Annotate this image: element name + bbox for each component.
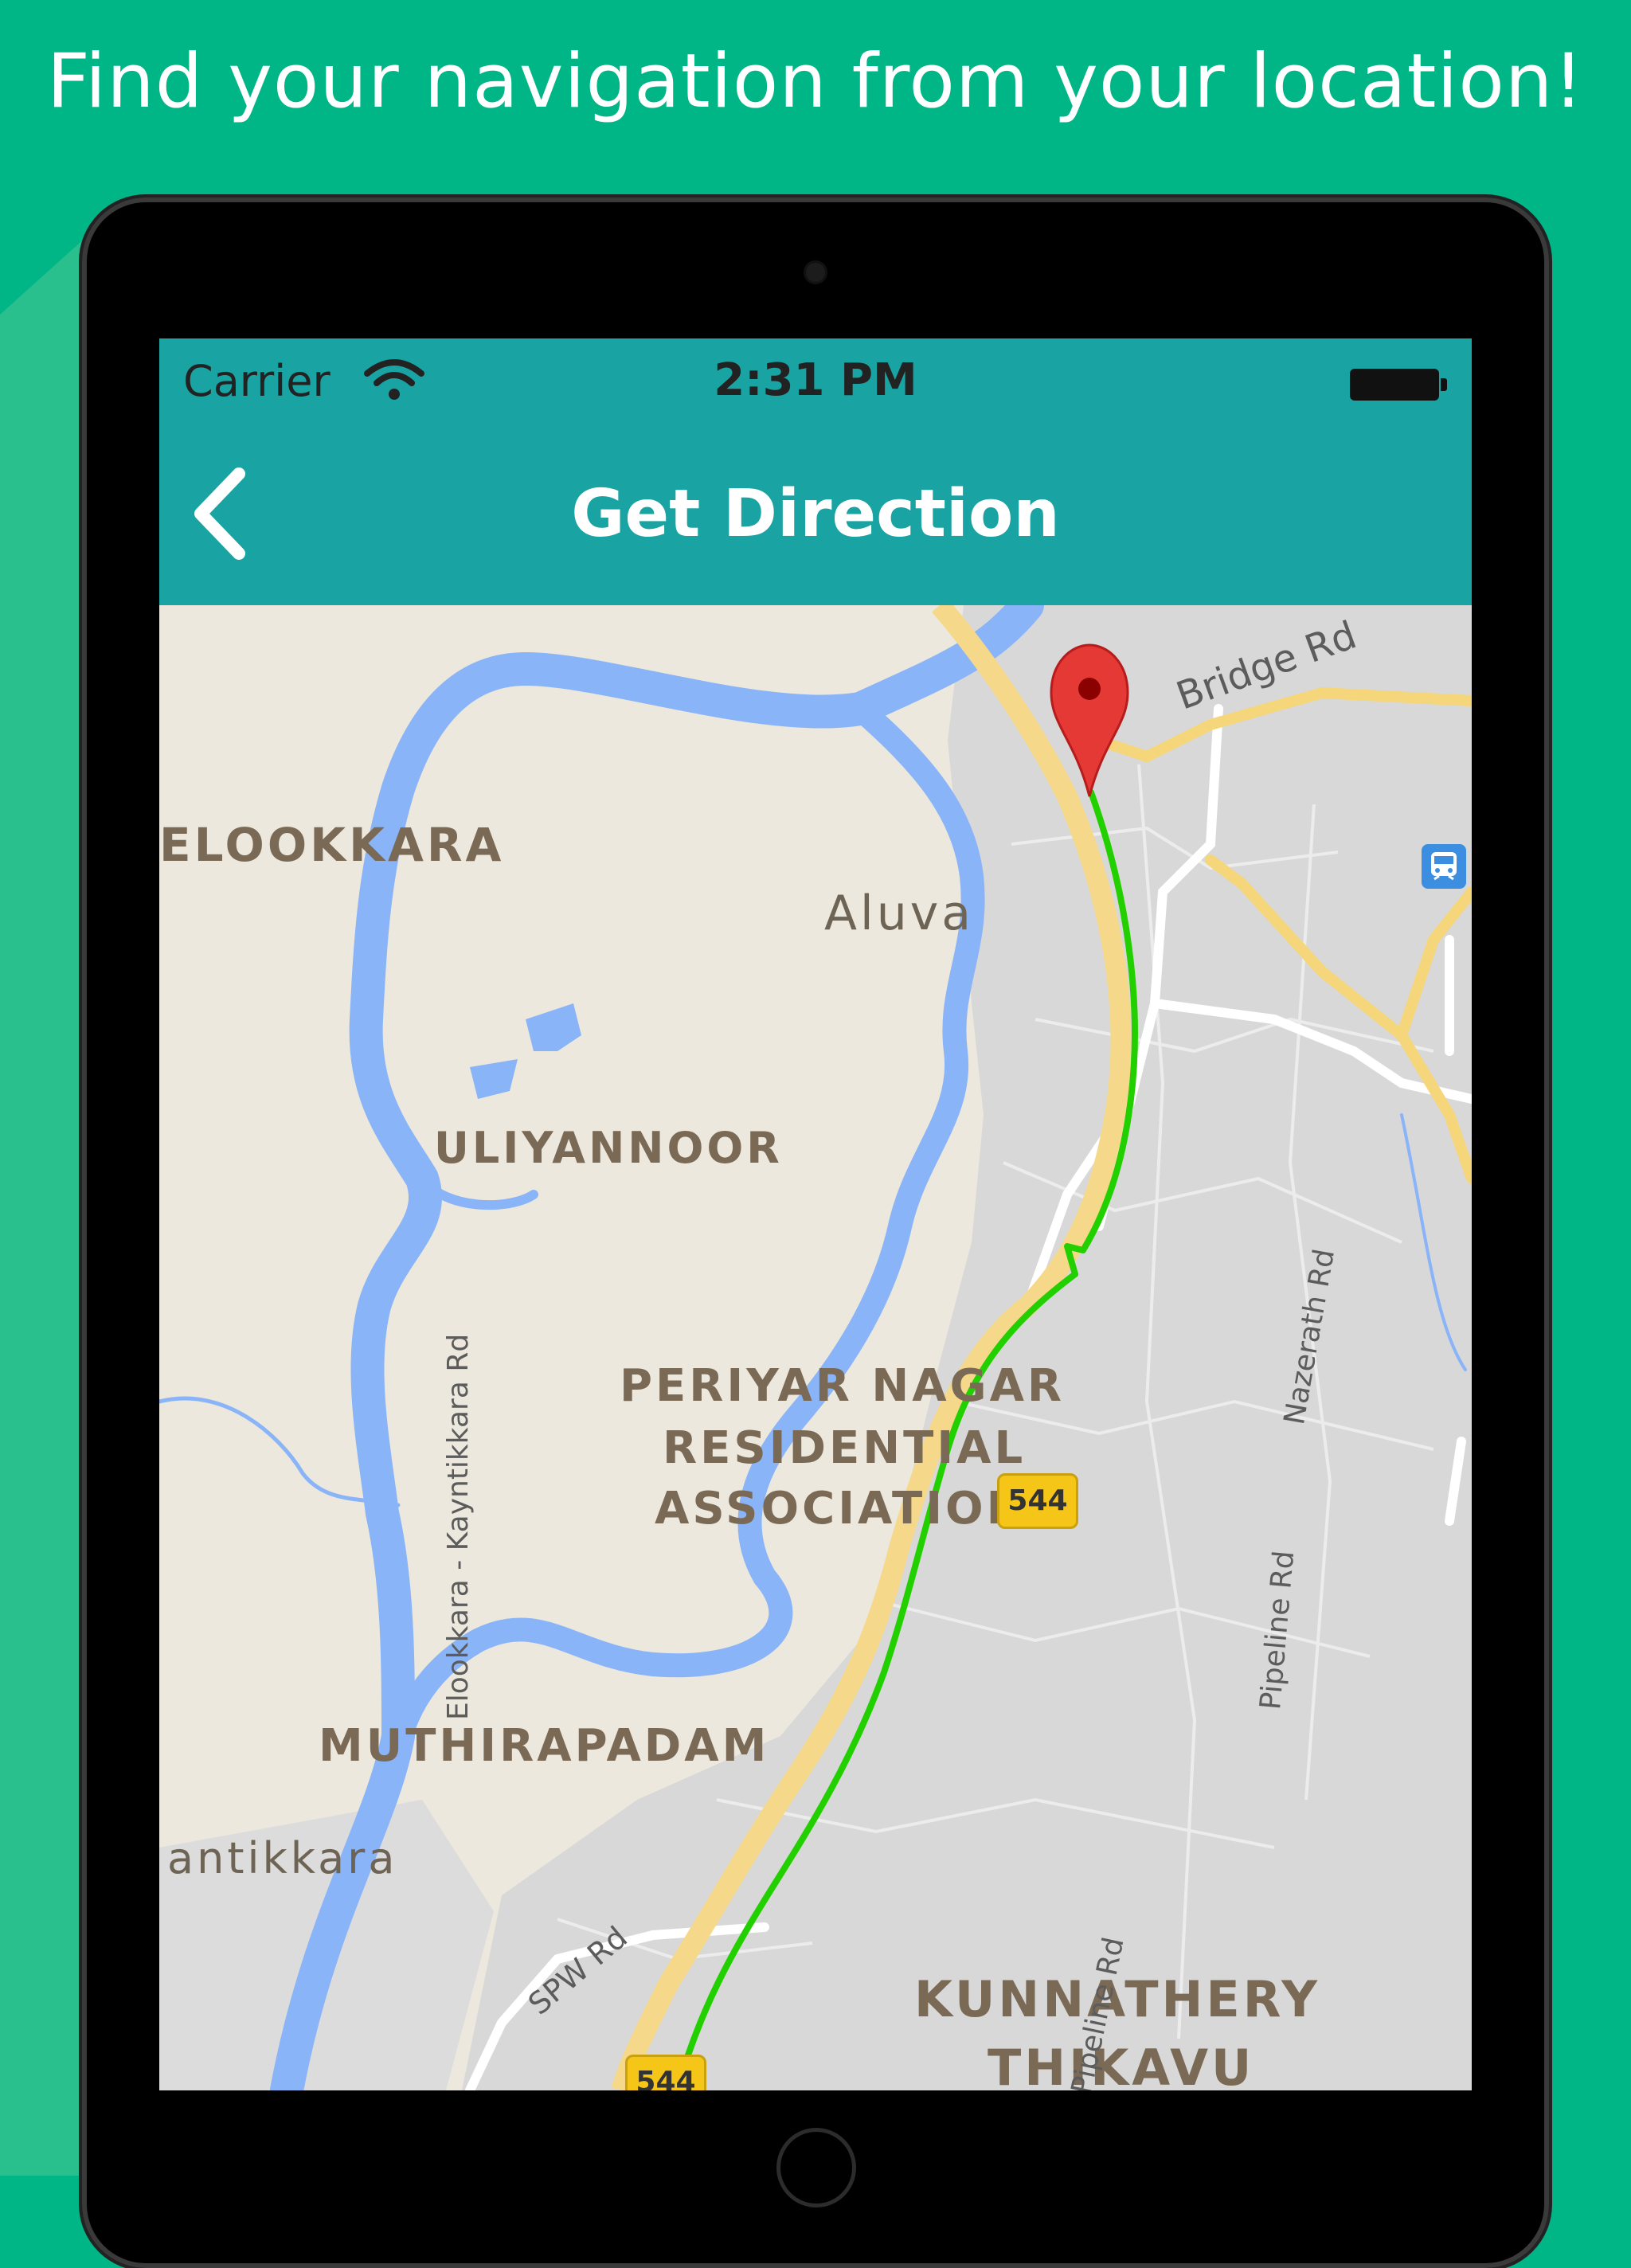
- map-label-uliyannoor: ULIYANNOOR: [434, 1123, 783, 1173]
- map-label-antikkara: antikkara: [167, 1833, 398, 1883]
- status-time: 2:31 PM: [714, 354, 917, 406]
- road-label-elookkara-rd: Elookkara - Kayntikkara Rd: [442, 1333, 475, 1720]
- train-station-icon[interactable]: [1422, 844, 1466, 889]
- map-label-muthirapadam: MUTHIRAPADAM: [319, 1720, 770, 1772]
- app-screen: Carrier 2:31 PM Get Direction ELOOKKARA …: [159, 338, 1472, 2090]
- home-button[interactable]: [776, 2128, 856, 2207]
- page-title: Get Direction: [571, 476, 1060, 552]
- navigation-bar: Get Direction: [159, 422, 1472, 605]
- map-label-aluva: Aluva: [824, 886, 975, 941]
- map-label-periyar-line2: RESIDENTIAL: [663, 1422, 1027, 1474]
- map-label-thikavu: THIKAVU: [988, 2039, 1255, 2090]
- highway-shield: 544: [997, 1473, 1078, 1529]
- map-view[interactable]: ELOOKKARA Aluva ULIYANNOOR PERIYAR NAGAR…: [159, 605, 1472, 2090]
- status-bar: Carrier 2:31 PM: [159, 338, 1472, 422]
- promo-title: Find your navigation from your location!: [46, 38, 1585, 125]
- battery-icon: [1350, 369, 1447, 401]
- map-label-periyar-line3: ASSOCIATION: [655, 1483, 1027, 1535]
- camera-icon: [806, 263, 825, 282]
- map-label-elookkara: ELOOKKARA: [159, 818, 505, 872]
- highway-shield-bottom: 544: [625, 2055, 706, 2090]
- map-label-periyar-line1: PERIYAR NAGAR: [620, 1360, 1066, 1412]
